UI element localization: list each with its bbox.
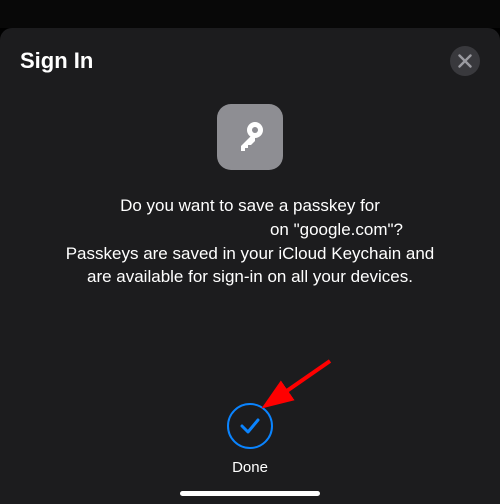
sheet-header: Sign In (20, 46, 480, 76)
checkmark-icon (238, 414, 262, 438)
prompt-line-4: are available for sign-in on all your de… (24, 265, 476, 289)
background-dim (0, 0, 500, 28)
confirm-area: Done (0, 403, 500, 476)
done-label: Done (232, 459, 268, 476)
key-icon (230, 117, 270, 157)
sheet-title: Sign In (20, 48, 93, 74)
prompt-line-2: redactedaccountname on "google.com"? (24, 218, 476, 242)
done-check-button[interactable] (227, 403, 273, 449)
close-button[interactable] (450, 46, 480, 76)
prompt-line-1: Do you want to save a passkey for (24, 194, 476, 218)
prompt-text: Do you want to save a passkey for redact… (20, 194, 480, 289)
signin-sheet: Sign In Do you want to save a passkey fo… (0, 28, 500, 504)
passkey-icon-container (20, 104, 480, 170)
passkey-icon-box (217, 104, 283, 170)
prompt-line-3: Passkeys are saved in your iCloud Keycha… (24, 242, 476, 266)
close-icon (458, 54, 472, 68)
home-indicator[interactable] (180, 491, 320, 496)
